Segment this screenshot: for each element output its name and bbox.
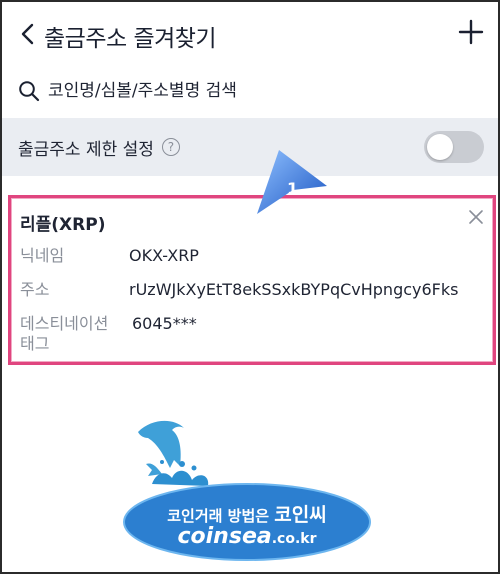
nickname-value: OKX-XRP [129,246,199,265]
card-title: 리플(XRP) [20,215,106,235]
help-icon[interactable]: ? [161,138,180,156]
header: 출금주소 즐겨찾기 [2,2,498,66]
restriction-setting-row: 출금주소 제한 설정 ? [2,118,498,176]
app-frame: 출금주소 즐겨찾기 출금주소 제한 설정 ? 리플(XRP) 닉네임 OKX-X… [0,0,500,574]
search-bar [2,66,498,116]
nickname-label: 닉네임 [20,246,65,265]
watermark-domain: coinsea.co.kr [177,524,317,549]
plus-icon[interactable] [458,19,484,45]
search-icon [19,81,40,102]
toggle-knob [427,134,453,160]
watermark-tagline: 코인거래 방법은 코인씨 [167,504,327,526]
restriction-label: 출금주소 제한 설정 [18,139,154,160]
callout-number: 1 [287,179,298,198]
address-label: 주소 [20,280,50,299]
destination-tag-label: 데스티네이션 태그 [20,314,109,353]
close-icon[interactable] [467,208,485,226]
chevron-left-icon[interactable] [18,22,38,46]
page-title: 출금주소 즐겨찾기 [44,26,217,52]
address-value: rUzWJkXyEtT8ekSSxkBYPqCvHpngcy6Fks [129,280,459,299]
watermark-logo: 코인거래 방법은 코인씨 coinsea.co.kr [122,414,372,564]
destination-tag-value: 6045*** [132,314,197,333]
callout-arrow-icon: 1 [257,150,327,214]
restriction-toggle[interactable] [424,131,484,163]
address-card[interactable]: 리플(XRP) 닉네임 OKX-XRP 주소 rUzWJkXyEtT8ekSSx… [8,195,496,365]
search-input[interactable] [48,81,448,101]
